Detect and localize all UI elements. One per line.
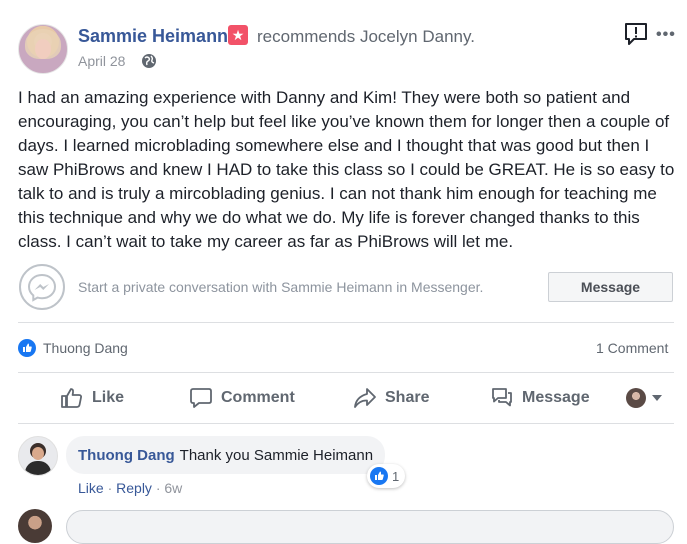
share-button[interactable]: Share [353, 385, 429, 411]
chevron-down-icon [652, 395, 662, 401]
commenter-avatar[interactable] [18, 436, 58, 476]
more-options-icon[interactable]: ••• [656, 27, 676, 43]
like-reaction-icon [370, 467, 388, 485]
comment-count[interactable]: 1 Comment [596, 340, 668, 356]
reaction-names[interactable]: Thuong Dang [43, 340, 128, 356]
message-action-label: Message [522, 389, 590, 406]
message-button[interactable]: Message [548, 272, 673, 302]
report-icon[interactable] [623, 21, 649, 47]
comment-reaction-count: 1 [392, 468, 400, 484]
share-icon [354, 388, 376, 408]
comment-input[interactable] [66, 510, 674, 544]
recommendation-text: recommends Jocelyn Danny. [257, 27, 475, 46]
message-action-button[interactable]: Message [490, 385, 590, 411]
comment-reply-link[interactable]: Reply [116, 480, 152, 496]
author-avatar[interactable] [18, 24, 68, 74]
comment-text: Thank you Sammie Heimann [179, 446, 374, 464]
share-label: Share [385, 389, 430, 406]
like-label: Like [92, 389, 125, 406]
star-badge-icon: ★ [228, 25, 248, 45]
viewer-avatar [626, 388, 646, 408]
comment-actions: Like · Reply · 6w [78, 480, 182, 496]
post-as-selector[interactable] [626, 388, 662, 408]
author-name[interactable]: Sammie Heimann [78, 26, 228, 47]
comment-age[interactable]: 6w [164, 480, 182, 496]
comment-icon [190, 388, 212, 408]
divider [18, 372, 674, 373]
like-button[interactable]: Like [60, 385, 124, 411]
globe-icon[interactable] [141, 53, 157, 69]
thumbs-up-icon [61, 388, 82, 408]
message-icon [492, 388, 512, 407]
comment-like-link[interactable]: Like [78, 480, 104, 496]
post-date[interactable]: April 28 [78, 53, 125, 69]
comment-bubble: Thuong Dang Thank you Sammie Heimann [66, 436, 386, 474]
comment-reactions[interactable]: 1 [367, 464, 406, 488]
current-user-avatar [18, 509, 52, 543]
comment-label: Comment [221, 389, 295, 406]
messenger-prompt: Start a private conversation with Sammie… [78, 279, 484, 295]
messenger-icon [19, 264, 65, 310]
divider [18, 423, 674, 424]
post-body: I had an amazing experience with Danny a… [18, 88, 675, 251]
comment-button[interactable]: Comment [189, 385, 295, 411]
separator: · [107, 480, 117, 496]
divider [18, 322, 674, 323]
like-reaction-icon[interactable] [18, 339, 36, 357]
comment-author[interactable]: Thuong Dang [78, 447, 175, 464]
